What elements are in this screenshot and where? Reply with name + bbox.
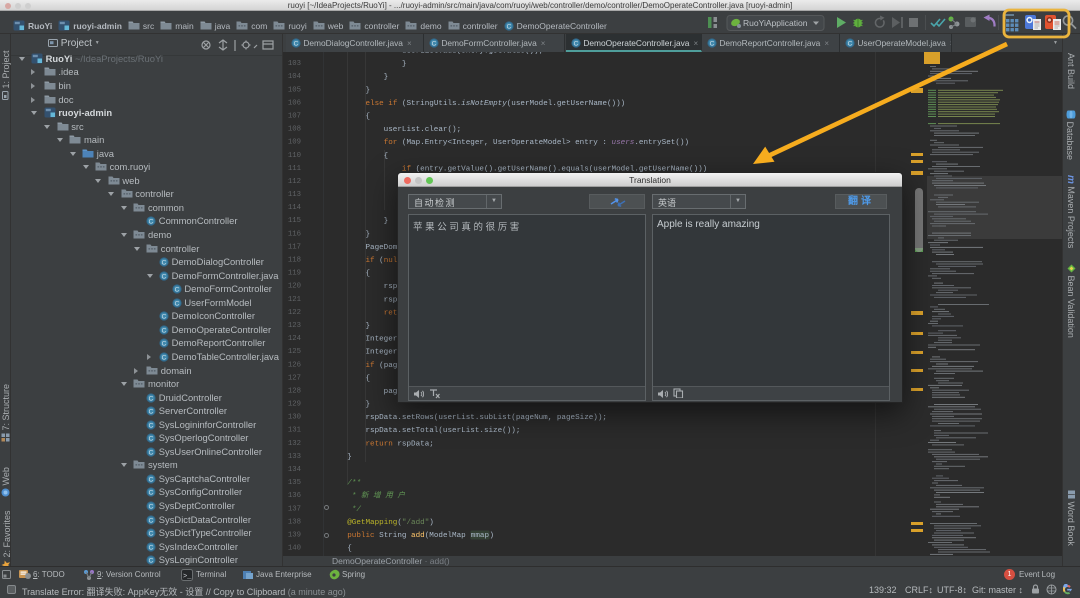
- svg-text:C: C: [574, 40, 579, 47]
- svg-text:C: C: [294, 40, 299, 47]
- svg-text:C: C: [432, 40, 437, 47]
- svg-text:C: C: [174, 287, 179, 294]
- svg-text:C: C: [149, 408, 154, 415]
- svg-text:C: C: [162, 273, 167, 280]
- svg-text:C: C: [149, 449, 154, 456]
- svg-text:C: C: [174, 300, 179, 307]
- svg-text:C: C: [506, 23, 511, 30]
- svg-text:C: C: [710, 40, 715, 47]
- svg-text:C: C: [848, 40, 853, 47]
- svg-text:C: C: [162, 341, 167, 348]
- svg-text:C: C: [149, 517, 154, 524]
- svg-text:C: C: [149, 219, 154, 226]
- svg-text:C: C: [149, 530, 154, 537]
- svg-text:C: C: [162, 259, 167, 266]
- svg-text:C: C: [162, 327, 167, 334]
- svg-text:C: C: [149, 544, 154, 551]
- svg-text:C: C: [149, 422, 154, 429]
- svg-text:C: C: [149, 395, 154, 402]
- svg-text:C: C: [149, 503, 154, 510]
- svg-text:C: C: [149, 476, 154, 483]
- svg-text:RuoYiApplication: RuoYiApplication: [743, 18, 808, 28]
- svg-text:>_: >_: [183, 573, 192, 581]
- svg-text:C: C: [162, 314, 167, 321]
- svg-text:C: C: [162, 354, 167, 361]
- svg-text:C: C: [149, 490, 154, 497]
- svg-text:C: C: [149, 558, 154, 565]
- svg-text:C: C: [149, 436, 154, 443]
